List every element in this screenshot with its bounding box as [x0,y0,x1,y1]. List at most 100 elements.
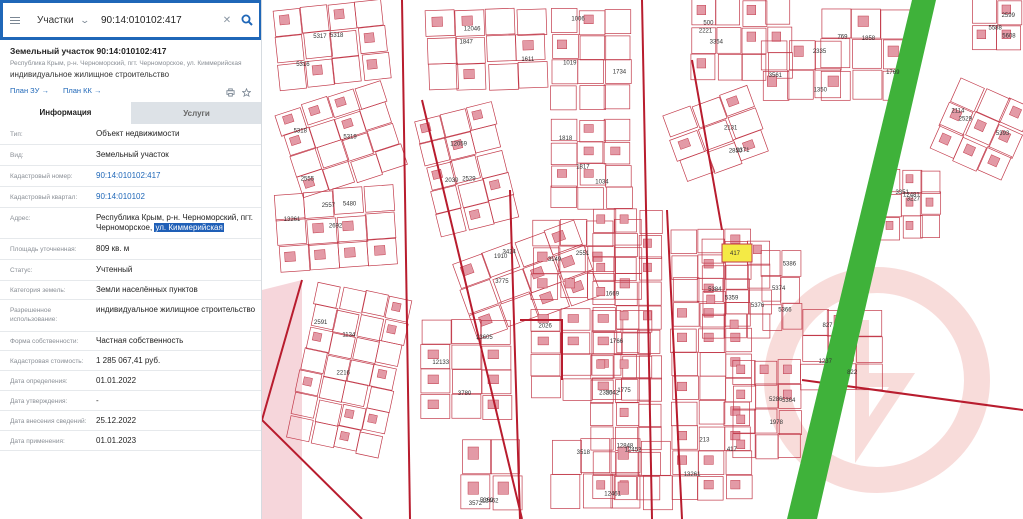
prop-label: Дата утверждения: [10,398,68,405]
building [467,481,479,495]
parcel-number-label: 1611 [521,57,535,63]
building [706,294,716,304]
parcel-number-label: 1034 [595,180,609,186]
building [278,14,290,26]
building [564,278,575,289]
parcel-number-label: 5359 [725,296,739,302]
building [619,311,629,321]
parcel-number-label: 12133 [432,360,449,366]
info-panel: Участки ⌄ ✕ Земельный участок 90:14:0101… [0,0,262,519]
prop-value: - [96,396,99,405]
parcel-number-label: 2551 [576,251,590,257]
parcel-number-label: 5374 [772,286,786,292]
prop-label: Кадастровая стоимость: [10,358,84,365]
parcel-number-label: 12046 [464,27,481,33]
parcel-number-label: 2692 [329,223,343,229]
parcel-number-label: 1350 [814,88,828,94]
parcel-number-label: 2335 [813,49,827,55]
parcel-number-label: 12059 [450,142,467,148]
prop-value: 25.12.2022 [96,416,137,425]
prop-date-entered: Дата внесения сведений: 25.12.2022 [0,411,261,431]
parcel-number-label: 1818 [559,136,573,142]
prop-label: Дата внесения сведений: [10,418,87,425]
building [557,169,567,178]
cad-number-link[interactable]: 90:14:010102:417 [96,171,256,181]
building [730,406,741,416]
prop-date-applied: Дата применения: 01.01.2023 [0,431,261,451]
parcel-number-label: 5608 [1002,33,1016,39]
search-button[interactable] [237,10,257,30]
print-icon[interactable] [226,88,235,97]
building [905,221,914,230]
menu-icon[interactable] [3,3,27,37]
building [610,146,621,156]
building [619,359,629,369]
building [537,336,549,346]
building [619,214,629,224]
search-input[interactable] [101,14,219,26]
building [736,414,746,424]
building [583,169,594,178]
parcel-number-label: 2529 [959,117,973,123]
parcel-number-label: 1769 [886,70,900,76]
prop-label: Кадастровый номер: [10,173,73,180]
building [461,15,473,26]
parcel-number-label: 2131 [724,126,738,132]
building [344,408,355,419]
object-type-select[interactable]: Участки ⌄ [27,15,91,26]
building [373,245,386,256]
building [827,75,839,87]
cadastral-map[interactable]: 5318 5316 5317 5318 5319 2555 5480 2557 2692 2591… [262,0,1023,519]
prop-value: Объект недвижимости [96,129,180,138]
plan-kk-link[interactable]: План КК → [63,86,102,95]
parcel-number-label: 3775 [495,279,509,285]
building [905,174,914,184]
plan-zu-link[interactable]: План ЗУ → [10,86,49,95]
star-icon[interactable] [242,88,251,97]
prop-value: Учтенный [96,265,133,274]
object-address: Республика Крым, р-н. Черноморский, пгт.… [10,60,242,67]
prop-category: Категория земель: Земли населённых пункт… [0,281,261,300]
building [677,381,687,392]
parcel-number-label: 1734 [613,70,627,76]
tab-services[interactable]: Услуги [131,102,261,124]
parcel-number-label: 13261 [684,472,701,478]
prop-label: Дата определения: [10,378,68,385]
prop-type: Тип: Объект недвижимости [0,124,261,145]
building [497,481,509,495]
cad-quarter-link[interactable]: 90:14:010102 [96,192,256,202]
building [583,146,594,156]
building [311,64,323,76]
building [677,308,687,318]
building [344,247,356,258]
panel-tabs: Информация Услуги [0,102,261,124]
parcel-number-label: 2557 [322,203,336,209]
building [302,376,313,387]
address-highlight: ул. Киммерийская [154,223,224,232]
prop-permitted-use: Разрешенное использование: индивидуально… [0,300,261,332]
building [696,58,706,69]
building [857,15,869,27]
building [677,332,687,342]
prop-value: Частная собственность [96,336,184,345]
building [596,359,606,369]
parcel-number-label: 3561 [769,73,783,79]
map-canvas[interactable]: 5318531653175318531925555480255726922591… [262,0,1023,519]
parcel-number-label: 5386 [783,262,797,268]
building [736,364,746,374]
parcel-number-label: 1006 [571,16,585,22]
building [537,251,548,262]
prop-value: Республика Крым, р-н. Черноморский, пгт.… [96,213,256,233]
parcel-number-label: 2026 [538,323,552,329]
parcel-number-label: 3354 [710,40,724,46]
building [729,319,739,329]
prop-value: индивидуальное жилищное строительство [96,305,256,314]
tab-info[interactable]: Информация [0,102,131,124]
parcel-number-label: 3518 [577,450,591,456]
building [976,29,986,39]
building [427,399,439,409]
parcel-number-label: 500 [703,21,714,27]
prop-date-determined: Дата определения: 01.01.2022 [0,371,261,391]
close-icon[interactable]: ✕ [219,15,235,26]
object-use: индивидуальное жилищное строительство [10,70,170,79]
